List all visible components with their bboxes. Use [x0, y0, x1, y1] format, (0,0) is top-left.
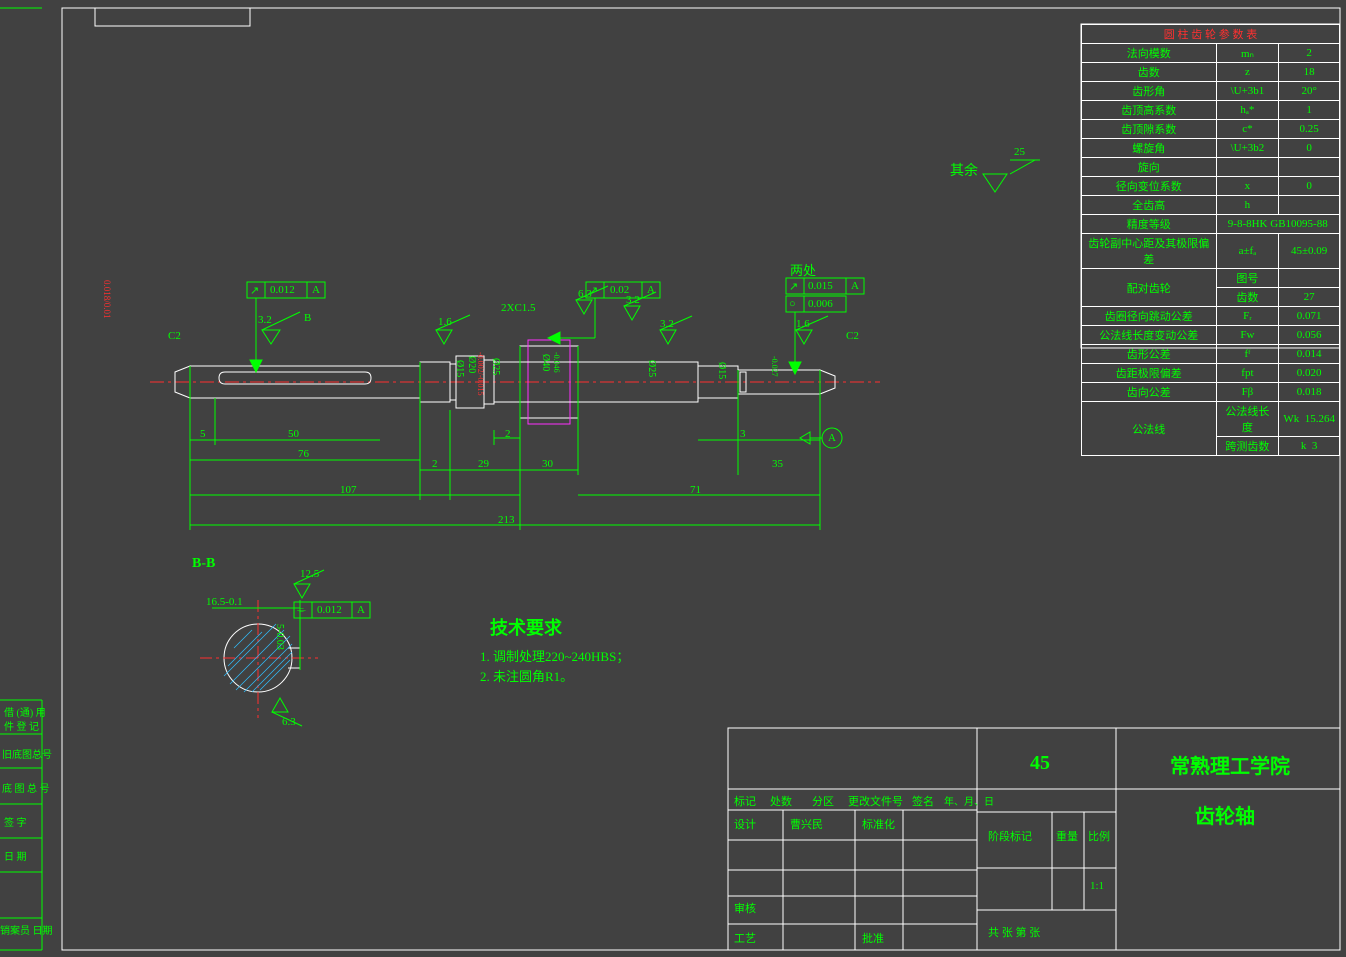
dia-15: Ø15 — [454, 360, 465, 377]
scale-lbl: 比例 — [1088, 828, 1110, 844]
hdr-sign: 签名 — [912, 793, 934, 809]
len-50: 50 — [288, 428, 299, 440]
side-6: 销案员 日期 — [0, 922, 53, 937]
row-check: 审核 — [734, 900, 756, 916]
len-2b: 2 — [505, 428, 511, 440]
designer: 曹兴民 — [790, 816, 823, 832]
len-35: 35 — [772, 458, 783, 470]
fcf3-ref: A — [851, 280, 859, 292]
ra-bb2: 6.3 — [282, 716, 296, 728]
row-approve: 批准 — [862, 930, 884, 946]
len-30: 30 — [542, 458, 553, 470]
dia-25b: Ø25 — [646, 360, 657, 377]
bbtol-top: 0.018/0.01 — [102, 280, 112, 319]
side-2: 旧底图总号 — [2, 746, 52, 761]
datum-b: B — [304, 312, 311, 324]
hdr-count: 处数 — [770, 793, 792, 809]
ra-other: 25 — [1014, 146, 1025, 158]
label-two: 两处 — [790, 260, 816, 279]
ra-5: 3.2 — [660, 318, 674, 330]
len-71: 71 — [690, 484, 701, 496]
row-design: 设计 — [734, 816, 756, 832]
section-bb-label: B-B — [192, 556, 215, 572]
row-std: 标准化 — [862, 816, 895, 832]
fcf1-ref: A — [312, 284, 320, 296]
ra-3: 6.3 — [578, 288, 592, 300]
fcf1-val: 0.012 — [270, 284, 295, 296]
datum-a: A — [828, 432, 836, 444]
partname: 齿轮轴 — [1195, 800, 1255, 829]
chamfer-right: C2 — [846, 330, 859, 342]
len-5: 5 — [200, 428, 206, 440]
len-213: 213 — [498, 514, 515, 526]
chamfer-left: C2 — [168, 330, 181, 342]
dia-25: Ø25 — [490, 358, 501, 375]
fcf-sym-val: 0.012 — [317, 604, 342, 616]
tech-1: 1. 调制处理220~240HBS； — [480, 646, 629, 665]
stage: 阶段标记 — [988, 828, 1032, 844]
dia-40: Ø40 — [540, 354, 551, 371]
material: 45 — [1030, 752, 1050, 775]
len-29: 29 — [478, 458, 489, 470]
ra-2: 1.6 — [438, 316, 452, 328]
fcf3-val: 0.015 — [808, 280, 833, 292]
weight: 重量 — [1056, 828, 1078, 844]
len-107: 107 — [340, 484, 357, 496]
sheets: 共 张 第 张 — [988, 924, 1040, 940]
tech-title: 技术要求 — [490, 614, 562, 640]
len-2a: 2 — [432, 458, 438, 470]
hdr-zone: 分区 — [812, 793, 834, 809]
fcf2-ref: A — [647, 284, 655, 296]
len-3: 3 — [740, 428, 746, 440]
gear-parameter-table: 圆 柱 齿 轮 参 数 表 法向模数mₙ2 齿数z18 齿形角\U+3b120°… — [1081, 24, 1340, 456]
side-5: 日 期 — [4, 848, 27, 863]
d20-tol: -0.002/-0.015 — [476, 352, 485, 396]
fcf-sym-ref: A — [357, 604, 365, 616]
ra-4: 3.2 — [626, 294, 640, 306]
label-other: 其余 — [950, 160, 978, 180]
ra-1: 3.2 — [258, 314, 272, 326]
hdr-mark: 标记 — [734, 793, 756, 809]
len-76: 76 — [298, 448, 309, 460]
drawing-sheet: 其余 25 两处 ↗ 0.012 A ↗ 0.02 A ↗ 0.015 A ○ … — [0, 0, 1346, 957]
dia-15b: Ø15 — [716, 362, 727, 379]
side-3: 底 图 总 号 — [2, 780, 50, 795]
gear-title: 圆 柱 齿 轮 参 数 表 — [1082, 25, 1340, 44]
ra-bb1: 12.5 — [300, 568, 319, 580]
row-tech: 工艺 — [734, 930, 756, 946]
org: 常熟理工学院 — [1170, 750, 1290, 779]
d15r-tol: -0.027 — [770, 356, 779, 377]
bb-keyh: 5-0.03 — [274, 624, 285, 650]
bb-key: 16.5-0.1 — [206, 596, 243, 608]
side-1a: 借 (通) 用 — [4, 704, 46, 719]
chamfer-2x: 2XC1.5 — [501, 302, 536, 314]
fcf-circ: 0.006 — [808, 298, 833, 310]
ra-6: 1.6 — [796, 318, 810, 330]
d40-tol: -0.046 — [552, 352, 561, 373]
hdr-date: 年、月、日 — [944, 793, 994, 808]
tech-2: 2. 未注圆角R1。 — [480, 666, 573, 685]
hdr-doc: 更改文件号 — [848, 793, 903, 809]
scale-val: 1:1 — [1090, 880, 1104, 892]
side-1b: 件 登 记 — [4, 718, 39, 733]
side-4: 签 字 — [4, 814, 27, 829]
